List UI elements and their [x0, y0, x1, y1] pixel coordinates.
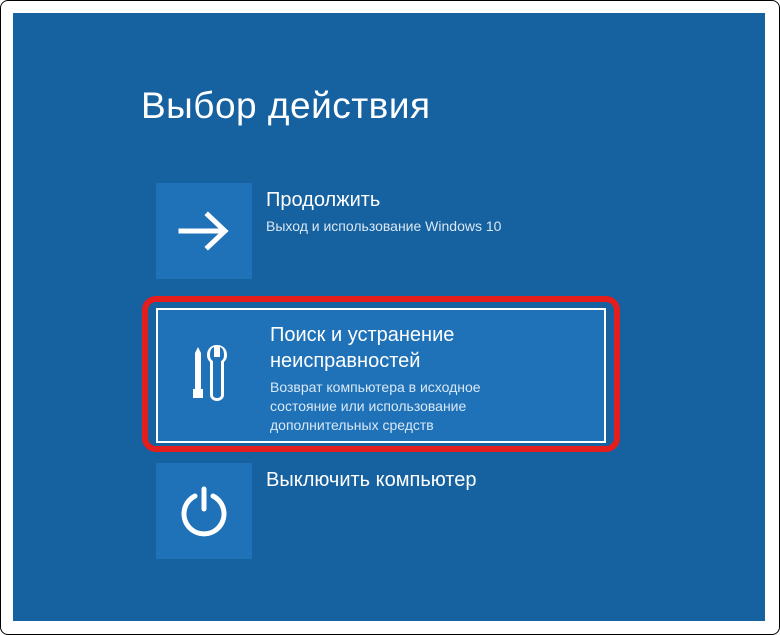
- power-tile[interactable]: Выключить компьютер: [156, 463, 477, 559]
- continue-title: Продолжить: [266, 187, 501, 213]
- tools-icon: [164, 316, 256, 432]
- troubleshoot-desc: Возврат компьютера в исходное состояние …: [270, 378, 551, 435]
- continue-tile[interactable]: Продолжить Выход и использование Windows…: [156, 183, 501, 279]
- page-title: Выбор действия: [141, 85, 431, 127]
- continue-desc: Выход и использование Windows 10: [266, 217, 501, 236]
- recovery-screen: Выбор действия Продолжить Выход и исполь…: [13, 13, 765, 621]
- arrow-right-icon: [156, 183, 252, 279]
- power-title: Выключить компьютер: [266, 467, 477, 493]
- troubleshoot-title: Поиск и устранение неисправностей: [270, 322, 551, 374]
- power-icon: [156, 463, 252, 559]
- troubleshoot-tile[interactable]: Поиск и устранение неисправностей Возвра…: [156, 308, 606, 443]
